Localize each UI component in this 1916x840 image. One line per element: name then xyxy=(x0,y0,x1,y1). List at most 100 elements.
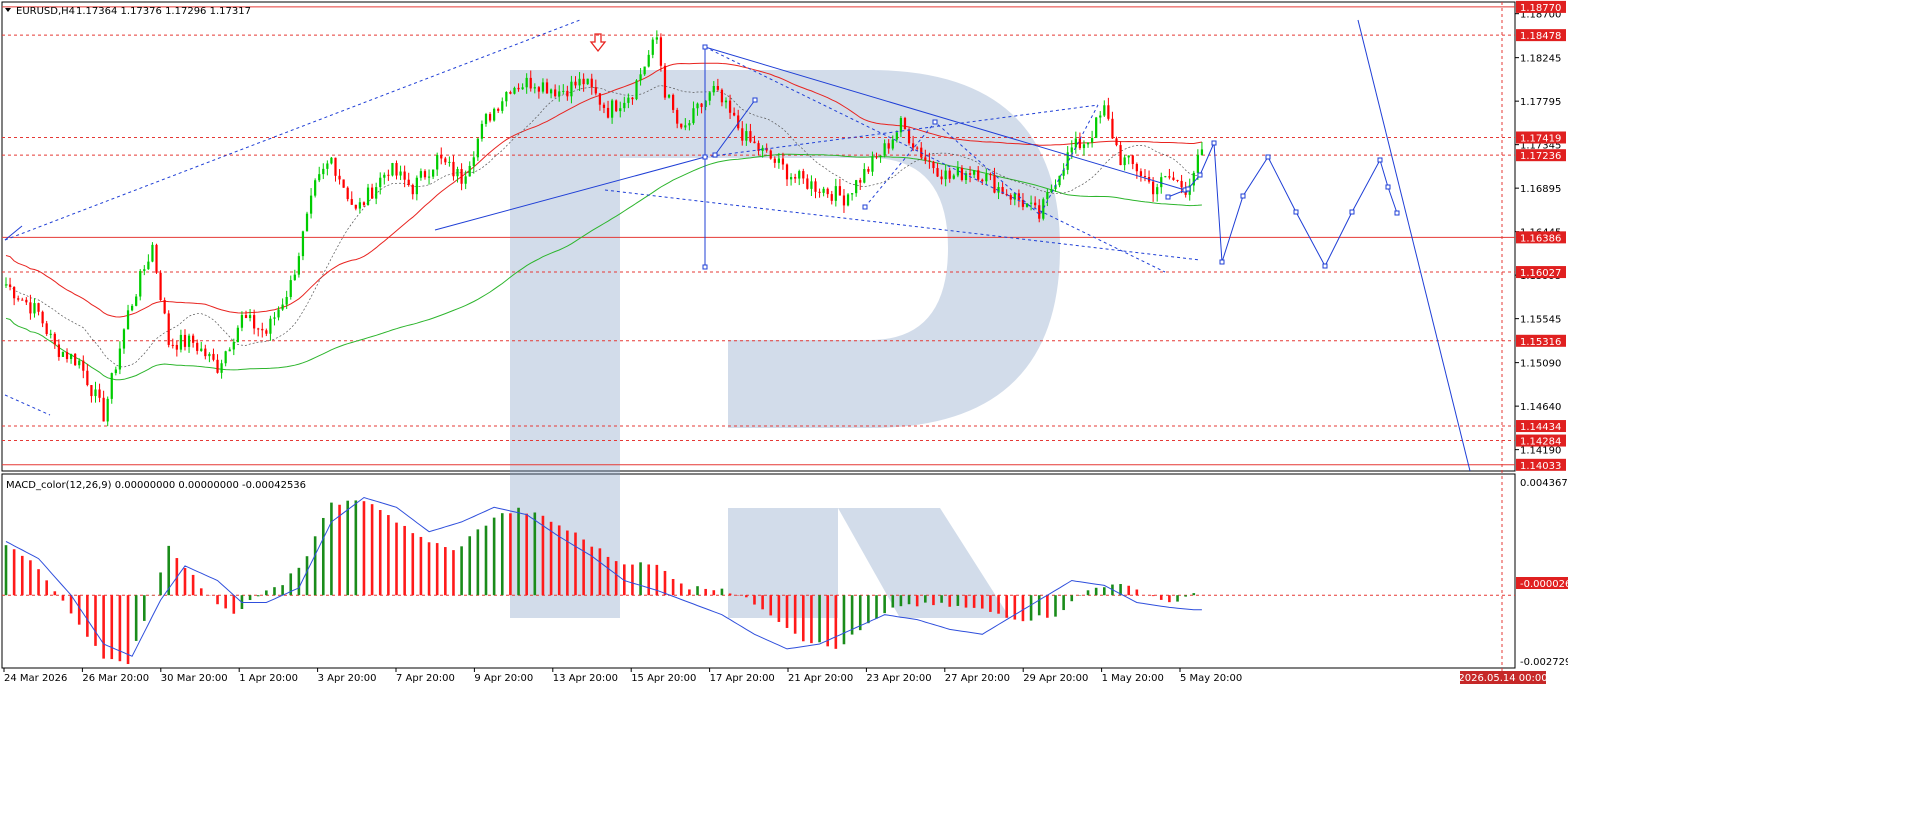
candle-body xyxy=(171,344,174,346)
candle-body xyxy=(423,171,427,178)
candle-body xyxy=(663,65,667,98)
candle-body xyxy=(1070,147,1073,153)
macd-bar xyxy=(785,595,789,628)
candle-body xyxy=(236,327,239,343)
candle-body xyxy=(45,323,48,335)
macd-bar xyxy=(265,590,268,596)
candle-body xyxy=(655,37,658,40)
forecast-node xyxy=(702,154,708,160)
candle-body xyxy=(305,213,309,232)
candle-body xyxy=(456,169,459,177)
macd-bar xyxy=(297,567,301,596)
candle-body xyxy=(639,74,642,81)
macd-bar xyxy=(387,515,390,596)
macd-bar xyxy=(720,588,724,596)
symbol-header: EURUSD,H4 1.17364 1.17376 1.17296 1.1731… xyxy=(5,6,251,17)
macd-bar xyxy=(761,595,764,610)
macd-bar xyxy=(45,580,48,596)
macd-bar xyxy=(216,595,219,605)
candle-body xyxy=(155,244,158,273)
candle-body xyxy=(86,370,89,386)
time-tick-label: 27 Apr 20:00 xyxy=(945,673,1010,684)
candle-body xyxy=(1135,164,1138,172)
candle-body xyxy=(1082,144,1086,149)
macd-bar xyxy=(492,517,496,596)
candle-body xyxy=(1119,145,1122,166)
macd-bar xyxy=(932,595,935,606)
candle-body xyxy=(720,89,724,103)
candle-body xyxy=(928,160,931,162)
candle-body xyxy=(1090,138,1094,143)
macd-bar xyxy=(533,512,537,596)
macd-bar xyxy=(590,546,594,596)
candle-body xyxy=(875,156,878,158)
candle-body xyxy=(708,92,711,101)
candle-body xyxy=(90,385,93,397)
candle-body xyxy=(484,114,488,124)
candle-body xyxy=(993,175,996,193)
level-price-label: 1.15316 xyxy=(1520,337,1561,348)
macd-bar xyxy=(134,595,138,641)
candle-body xyxy=(411,184,414,195)
candle-body xyxy=(749,131,752,142)
candle-body xyxy=(716,86,719,90)
macd-bar xyxy=(1176,595,1179,602)
macd-bar xyxy=(362,501,366,596)
price-tick-label: 1.15545 xyxy=(1520,315,1561,326)
candle-body xyxy=(330,157,333,164)
candle-body xyxy=(175,344,178,350)
candle-body xyxy=(277,309,280,318)
candle-body xyxy=(635,80,638,100)
macd-axis: 0.0043673 -0.000026 -0.0027294 xyxy=(1516,478,1568,668)
candle-body xyxy=(216,359,219,373)
candle-body xyxy=(838,186,842,196)
candle-body xyxy=(179,334,183,350)
candle-body xyxy=(899,117,903,133)
forecast-node xyxy=(752,97,758,103)
candle-body xyxy=(387,174,390,176)
candle-body xyxy=(627,97,630,103)
time-tick-label: 23 Apr 20:00 xyxy=(866,673,931,684)
candle-body xyxy=(545,82,549,94)
macd-bar xyxy=(997,595,1000,614)
candle-body xyxy=(777,158,780,163)
macd-bar xyxy=(20,555,24,596)
candle-body xyxy=(940,176,943,180)
candle-body xyxy=(297,256,300,275)
macd-bar xyxy=(1135,589,1139,596)
candle-body xyxy=(549,89,553,94)
macd-bar xyxy=(972,595,976,608)
candle-body xyxy=(187,335,191,347)
forecast-node xyxy=(1197,172,1203,178)
macd-bar xyxy=(867,595,870,624)
macd-bar xyxy=(281,585,284,596)
candle-body xyxy=(822,188,825,193)
candle-body xyxy=(798,171,801,179)
candle-body xyxy=(537,87,540,92)
time-tick-label: 1 May 20:00 xyxy=(1102,673,1164,684)
macd-bar xyxy=(354,500,358,596)
candle-body xyxy=(684,125,687,128)
candle-body xyxy=(318,174,321,181)
macd-bar xyxy=(224,595,227,609)
price-tick-label: 1.16895 xyxy=(1520,184,1561,195)
forecast-node xyxy=(1219,259,1225,265)
time-tick-label: 15 Apr 20:00 xyxy=(631,673,696,684)
macd-bar xyxy=(777,595,781,622)
candle-body xyxy=(521,87,524,90)
candle-body xyxy=(476,138,479,158)
macd-bar xyxy=(1029,595,1033,621)
candle-body xyxy=(830,194,833,201)
macd-bar xyxy=(647,564,651,596)
candle-body xyxy=(541,82,545,92)
macd-bar xyxy=(232,595,236,614)
macd-bar xyxy=(444,547,447,596)
candle-body xyxy=(834,186,837,201)
candle-body xyxy=(973,170,976,175)
forecast-node xyxy=(1265,154,1271,160)
candle-body xyxy=(196,342,199,351)
candle-body xyxy=(728,100,732,113)
candle-body xyxy=(590,78,593,88)
candle-body xyxy=(460,169,463,184)
candle-body xyxy=(1099,115,1102,118)
